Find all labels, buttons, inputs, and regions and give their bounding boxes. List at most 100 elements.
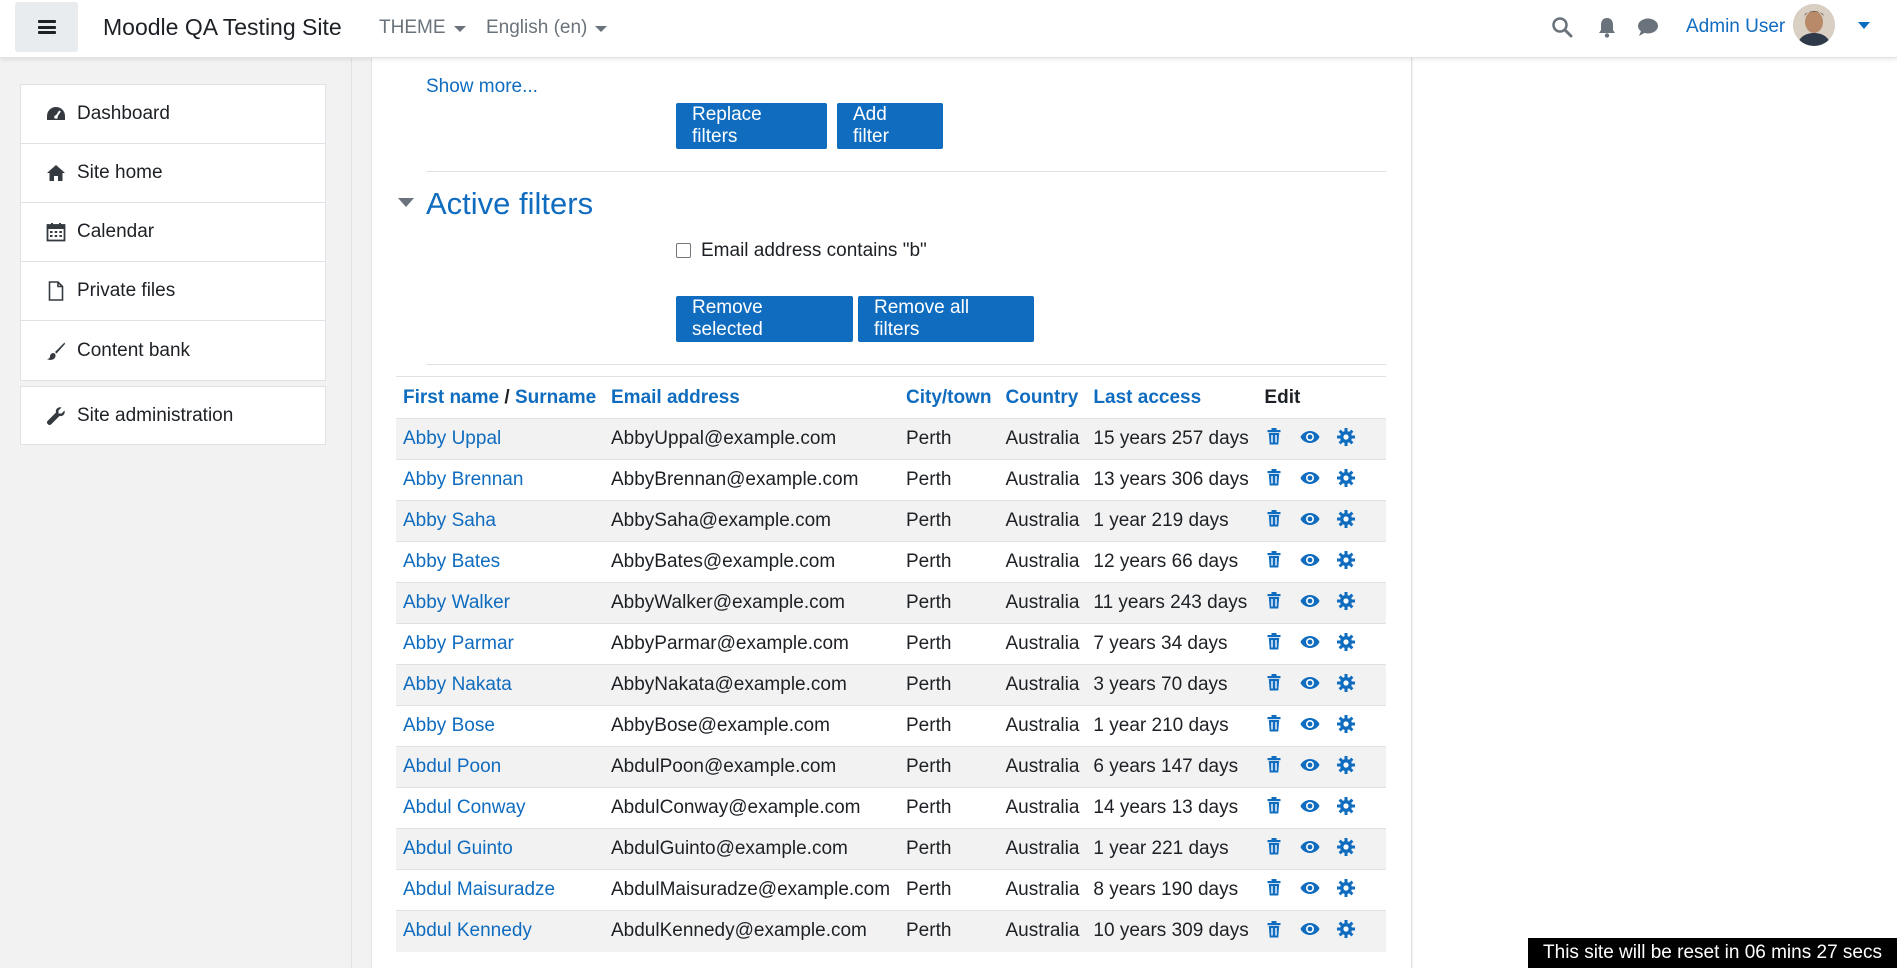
collapse-caret-icon[interactable] (398, 198, 414, 207)
sort-last-access-link[interactable]: Last access (1086, 376, 1258, 419)
user-name-link[interactable]: Abby Brennan (396, 459, 604, 501)
user-name-link[interactable]: Abby Nakata (396, 664, 604, 706)
view-icon[interactable] (1300, 632, 1320, 652)
delete-icon[interactable] (1264, 919, 1284, 939)
user-name-link[interactable]: Abby Parmar (396, 623, 604, 665)
settings-gear-icon[interactable] (1336, 468, 1356, 488)
view-icon[interactable] (1300, 837, 1320, 857)
user-name-link[interactable]: Abdul Maisuradze (396, 869, 604, 911)
user-last-access: 1 year 210 days (1086, 705, 1258, 747)
user-name-link[interactable]: Abby Uppal (396, 418, 604, 460)
remove-selected-button[interactable]: Remove selected (676, 296, 853, 342)
user-actions (1257, 623, 1386, 665)
delete-icon[interactable] (1264, 509, 1284, 529)
delete-icon[interactable] (1264, 427, 1284, 447)
view-icon[interactable] (1300, 796, 1320, 816)
delete-icon[interactable] (1264, 673, 1284, 693)
settings-gear-icon[interactable] (1336, 755, 1356, 775)
view-icon[interactable] (1300, 550, 1320, 570)
user-actions (1257, 582, 1386, 624)
user-name-link[interactable]: Abby Bose (396, 705, 604, 747)
search-icon[interactable] (1551, 16, 1573, 44)
messages-icon[interactable] (1637, 16, 1659, 44)
user-city: Perth (899, 664, 999, 706)
user-last-access: 7 years 34 days (1086, 623, 1258, 665)
theme-menu[interactable]: THEME (379, 17, 466, 39)
user-actions (1257, 459, 1386, 501)
user-country: Australia (998, 500, 1087, 542)
delete-icon[interactable] (1264, 796, 1284, 816)
nav-item-content-bank[interactable]: Content bank (21, 321, 325, 380)
nav-item-private-files[interactable]: Private files (21, 262, 325, 321)
user-last-access: 12 years 66 days (1086, 541, 1258, 583)
delete-icon[interactable] (1264, 878, 1284, 898)
user-city: Perth (899, 787, 999, 829)
bell-icon[interactable] (1597, 16, 1617, 44)
settings-gear-icon[interactable] (1336, 837, 1356, 857)
user-name-link[interactable]: Abdul Conway (396, 787, 604, 829)
settings-gear-icon[interactable] (1336, 919, 1356, 939)
view-icon[interactable] (1300, 919, 1320, 939)
site-name[interactable]: Moodle QA Testing Site (103, 14, 342, 41)
sort-country-link[interactable]: Country (998, 376, 1087, 419)
nav-item-dashboard[interactable]: Dashboard (21, 85, 325, 144)
user-menu-name[interactable]: Admin User (1686, 16, 1785, 38)
nav-item-site-home[interactable]: Site home (21, 144, 325, 203)
settings-gear-icon[interactable] (1336, 427, 1356, 447)
sort-first-name-link[interactable]: First name (403, 387, 499, 408)
view-icon[interactable] (1300, 878, 1320, 898)
user-name-link[interactable]: Abby Saha (396, 500, 604, 542)
settings-gear-icon[interactable] (1336, 632, 1356, 652)
user-email: AbbyBose@example.com (604, 705, 899, 747)
nav-item-calendar[interactable]: Calendar (21, 203, 325, 262)
settings-gear-icon[interactable] (1336, 509, 1356, 529)
user-name-link[interactable]: Abdul Poon (396, 746, 604, 788)
user-name-link[interactable]: Abdul Kennedy (396, 910, 604, 952)
active-filters-heading[interactable]: Active filters (426, 186, 593, 222)
user-email: AbbySaha@example.com (604, 500, 899, 542)
sort-surname-link[interactable]: Surname (515, 387, 596, 408)
view-icon[interactable] (1300, 591, 1320, 611)
delete-icon[interactable] (1264, 837, 1284, 857)
view-icon[interactable] (1300, 755, 1320, 775)
user-name-link[interactable]: Abby Walker (396, 582, 604, 624)
drawer-toggle-button[interactable] (15, 2, 78, 52)
delete-icon[interactable] (1264, 714, 1284, 734)
delete-icon[interactable] (1264, 550, 1284, 570)
delete-icon[interactable] (1264, 632, 1284, 652)
language-menu[interactable]: English (en) (486, 17, 608, 39)
settings-gear-icon[interactable] (1336, 878, 1356, 898)
replace-filters-button[interactable]: Replace filters (676, 103, 827, 149)
delete-icon[interactable] (1264, 755, 1284, 775)
view-icon[interactable] (1300, 509, 1320, 529)
view-icon[interactable] (1300, 468, 1320, 488)
settings-gear-icon[interactable] (1336, 796, 1356, 816)
home-icon (46, 163, 66, 183)
table-row: Abby Parmar AbbyParmar@example.com Perth Au… (396, 623, 1386, 665)
user-name-link[interactable]: Abdul Guinto (396, 828, 604, 870)
remove-all-filters-button[interactable]: Remove all filters (858, 296, 1034, 342)
add-filter-button[interactable]: Add filter (837, 103, 943, 149)
user-menu-caret-icon[interactable] (1858, 22, 1870, 29)
nav-item-label: Site administration (77, 404, 234, 426)
user-city: Perth (899, 582, 999, 624)
table-row: Abby Saha AbbySaha@example.com Perth Austra… (396, 500, 1386, 542)
show-more-link[interactable]: Show more... (426, 76, 538, 98)
settings-gear-icon[interactable] (1336, 673, 1356, 693)
view-icon[interactable] (1300, 427, 1320, 447)
sort-city-link[interactable]: City/town (899, 376, 999, 419)
nav-item-site-administration[interactable]: Site administration (21, 387, 325, 444)
sort-email-link[interactable]: Email address (604, 376, 899, 419)
settings-gear-icon[interactable] (1336, 550, 1356, 570)
view-icon[interactable] (1300, 673, 1320, 693)
user-name-link[interactable]: Abby Bates (396, 541, 604, 583)
view-icon[interactable] (1300, 714, 1320, 734)
user-actions (1257, 787, 1386, 829)
delete-icon[interactable] (1264, 591, 1284, 611)
active-filter-checkbox[interactable] (676, 243, 691, 258)
avatar[interactable] (1793, 4, 1835, 46)
settings-gear-icon[interactable] (1336, 591, 1356, 611)
delete-icon[interactable] (1264, 468, 1284, 488)
user-actions (1257, 869, 1386, 911)
settings-gear-icon[interactable] (1336, 714, 1356, 734)
